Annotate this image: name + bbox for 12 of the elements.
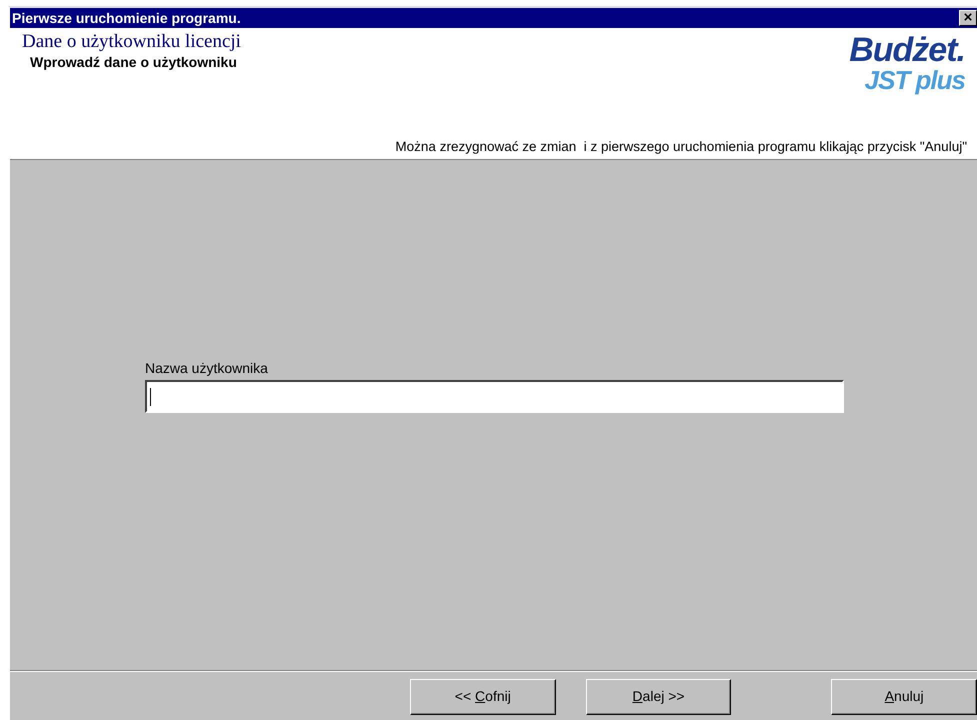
back-button[interactable]: << Cofnij <box>410 678 556 714</box>
username-field[interactable] <box>145 380 844 413</box>
page-subtitle: Wprowadź dane o użytkowniku <box>29 53 238 72</box>
logo-text: Budżet. <box>849 34 965 66</box>
cancel-hint: Można zrezygnować ze zmian i z pierwszego uruchomienia programu klikając przycisk "Anuluj" <box>394 138 968 156</box>
field-label: Nazwa użytkownika <box>145 359 269 378</box>
window-title: Pierwsze uruchomienie programu. <box>12 8 241 28</box>
close-button[interactable]: × <box>959 10 977 26</box>
next-button[interactable]: Dalej >> <box>586 678 732 714</box>
cancel-button[interactable]: Anuluj <box>831 678 977 714</box>
logo-subtext: JST plus <box>864 66 965 94</box>
page-title: Dane o użytkowniku licencji <box>21 32 241 52</box>
